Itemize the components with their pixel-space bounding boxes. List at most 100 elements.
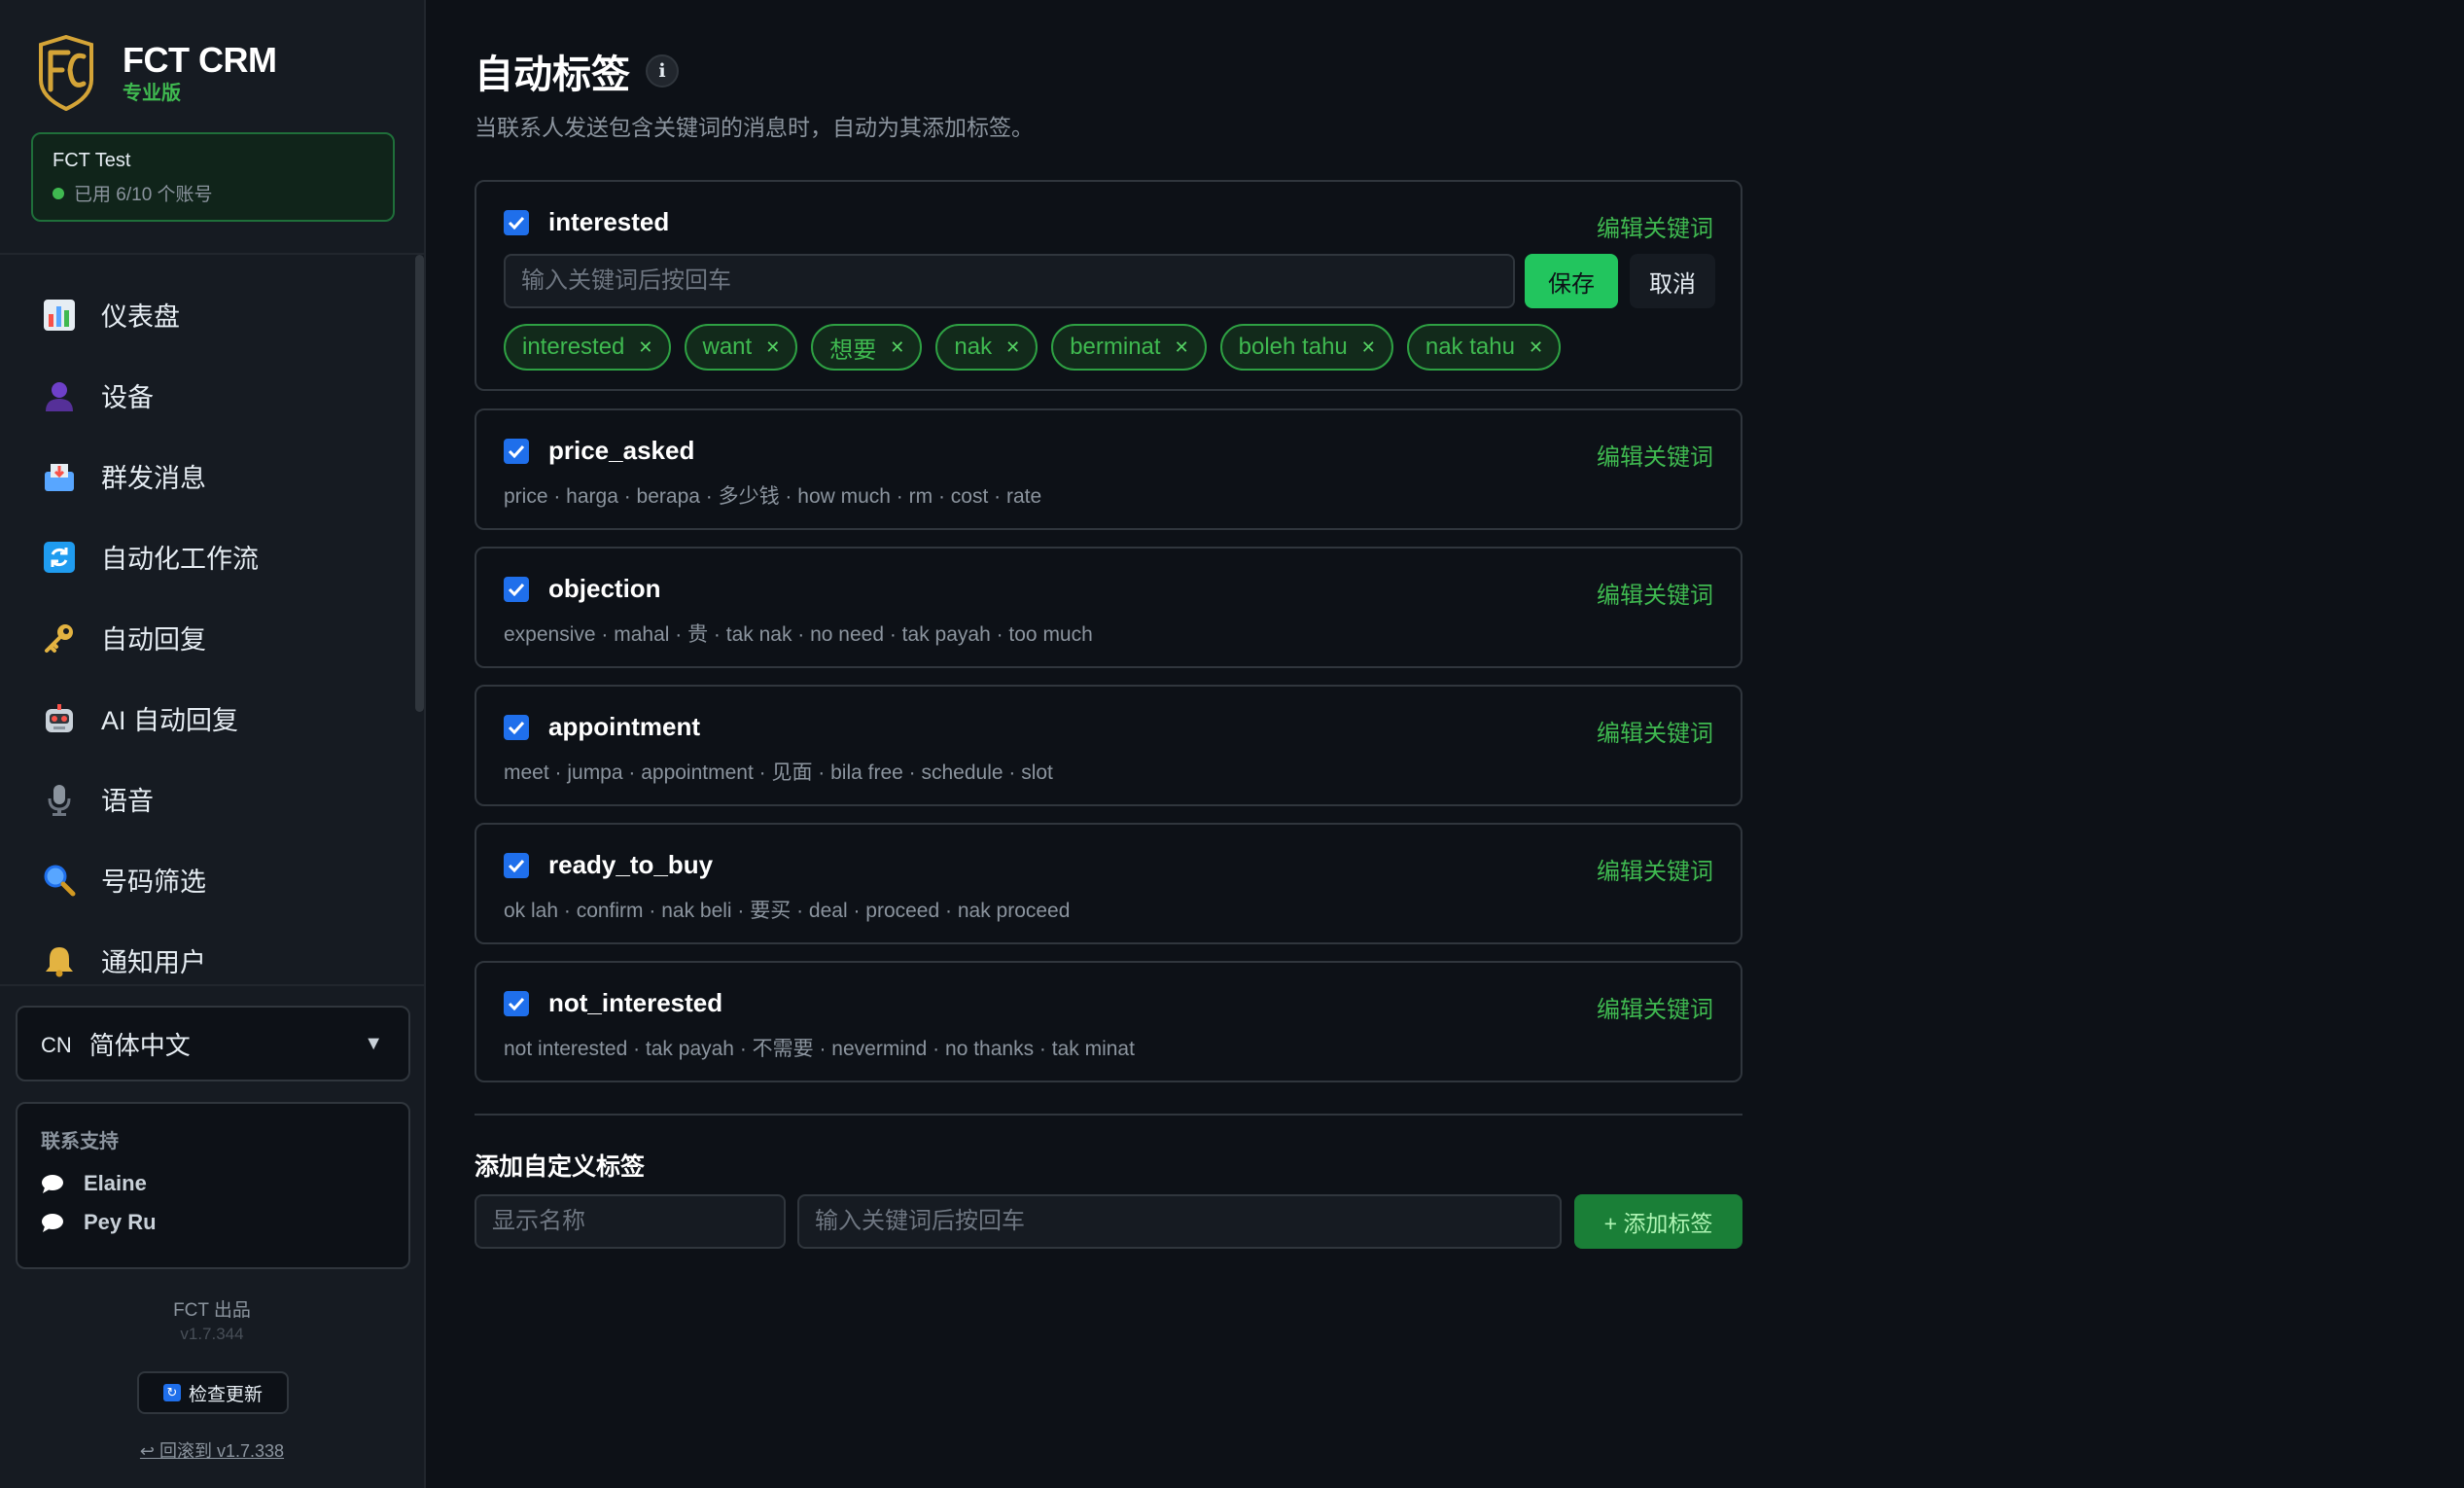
- remove-keyword-icon[interactable]: ✕: [765, 337, 780, 358]
- sidebar-item-voice[interactable]: 语音: [0, 759, 424, 839]
- refresh-icon: [41, 539, 78, 576]
- tag-keywords: ok lah · confirm · nak beli · 要买 · deal …: [504, 900, 1071, 922]
- magnifier-icon: [41, 862, 78, 899]
- keyword-chip-label: nak tahu: [1425, 334, 1515, 360]
- keyword-chip-label: boleh tahu: [1238, 334, 1348, 360]
- tag-keywords: not interested · tak payah · 不需要 · never…: [504, 1038, 1135, 1060]
- language-label: 简体中文: [88, 1030, 191, 1060]
- microphone-icon: [41, 781, 78, 818]
- tag-keywords: expensive · mahal · 贵 · tak nak · no nee…: [504, 623, 1093, 646]
- keyword-chip-label: 想要: [829, 337, 877, 364]
- brand: FCT CRM 专业版: [39, 35, 277, 111]
- robot-icon: [41, 700, 78, 737]
- keyword-chip: boleh tahu ✕: [1219, 324, 1393, 371]
- sidebar-item-label: 号码筛选: [101, 868, 206, 897]
- tag-card-ready-to-buy: ready_to_buy 编辑关键词 ok lah · confirm · na…: [475, 823, 1742, 944]
- sidebar-item-number-filter[interactable]: 号码筛选: [0, 839, 424, 920]
- tag-enabled-checkbox[interactable]: [504, 852, 529, 878]
- checkmark-icon: [508, 583, 525, 596]
- tag-card-price-asked: price_asked 编辑关键词 price · harga · berapa…: [475, 408, 1742, 530]
- page-title-row: 自动标签 i: [475, 43, 679, 99]
- new-keyword-input[interactable]: [797, 1194, 1562, 1249]
- tag-name: interested: [548, 207, 670, 236]
- account-usage: 已用 6/10 个账号: [74, 185, 213, 205]
- checkmark-icon: [508, 997, 525, 1010]
- tag-enabled-checkbox[interactable]: [504, 990, 529, 1016]
- inbox-icon: [41, 458, 78, 495]
- tag-enabled-checkbox[interactable]: [504, 438, 529, 464]
- tag-name: ready_to_buy: [548, 850, 714, 879]
- tag-name: appointment: [548, 712, 700, 741]
- tag-enabled-checkbox[interactable]: [504, 209, 529, 235]
- edit-keywords-link[interactable]: 编辑关键词: [1597, 852, 1713, 886]
- sidebar: FCT CRM 专业版 FCT Test 已用 6/10 个账号 仪表盘 设备: [0, 0, 426, 1488]
- remove-keyword-icon[interactable]: ✕: [1529, 337, 1543, 358]
- sidebar-item-label: 设备: [101, 383, 154, 412]
- keyword-chip-label: want: [702, 334, 753, 360]
- sidebar-item-dashboard[interactable]: 仪表盘: [0, 274, 424, 355]
- cancel-button[interactable]: 取消: [1630, 254, 1715, 308]
- tag-card-header: objection: [504, 574, 661, 604]
- app-version: v1.7.344: [180, 1325, 244, 1343]
- tag-card-interested: interested 编辑关键词 保存 取消 interested ✕ want ✕…: [475, 180, 1742, 391]
- keyword-chip: nak ✕: [935, 324, 1038, 371]
- tag-enabled-checkbox[interactable]: [504, 714, 529, 740]
- check-update-label: 检查更新: [188, 1384, 263, 1405]
- page-title: 自动标签: [475, 53, 630, 96]
- language-code: CN: [41, 1033, 72, 1057]
- remove-keyword-icon[interactable]: ✕: [890, 337, 904, 358]
- divider: [475, 1114, 1742, 1116]
- save-button[interactable]: 保存: [1525, 254, 1618, 308]
- rollback-link[interactable]: ↩ 回滚到 v1.7.338: [0, 1437, 424, 1463]
- sidebar-item-auto-reply[interactable]: 自动回复: [0, 597, 424, 678]
- language-select[interactable]: CN 简体中文 ▼: [16, 1006, 410, 1081]
- tag-enabled-checkbox[interactable]: [504, 576, 529, 602]
- remove-keyword-icon[interactable]: ✕: [638, 337, 652, 358]
- account-card[interactable]: FCT Test 已用 6/10 个账号: [31, 132, 395, 222]
- fct-logo-icon: [39, 35, 93, 111]
- sidebar-item-devices[interactable]: 设备: [0, 355, 424, 436]
- sidebar-scrollbar[interactable]: [415, 255, 424, 712]
- add-custom-tag-title: 添加自定义标签: [475, 1153, 646, 1181]
- remove-keyword-icon[interactable]: ✕: [1361, 337, 1376, 358]
- divider: [0, 984, 424, 986]
- sidebar-item-label: 自动化工作流: [101, 545, 259, 574]
- keyword-chips: interested ✕ want ✕ 想要 ✕ nak ✕ berminat ✕ bol…: [504, 324, 1574, 371]
- tag-card-header: not_interested: [504, 988, 722, 1018]
- sidebar-item-broadcast[interactable]: 群发消息: [0, 436, 424, 516]
- checkmark-icon: [508, 721, 525, 734]
- add-tag-button[interactable]: + 添加标签: [1574, 1194, 1742, 1249]
- display-name-input[interactable]: [475, 1194, 786, 1249]
- support-title: 联系支持: [41, 1131, 119, 1152]
- checkmark-icon: [508, 216, 525, 230]
- support-contact-pey-ru[interactable]: Pey Ru: [41, 1210, 385, 1235]
- edit-keywords-link[interactable]: 编辑关键词: [1597, 714, 1713, 748]
- keyword-chip: nak tahu ✕: [1406, 324, 1562, 371]
- keyword-chip-label: berminat: [1070, 334, 1161, 360]
- edit-keywords-link[interactable]: 编辑关键词: [1597, 990, 1713, 1024]
- check-update-button[interactable]: ↻ 检查更新: [137, 1371, 289, 1414]
- sidebar-item-workflow[interactable]: 自动化工作流: [0, 516, 424, 597]
- support-contact-name: Elaine: [84, 1171, 147, 1195]
- sidebar-item-label: 通知用户: [101, 948, 206, 977]
- edit-keywords-link[interactable]: 编辑关键词: [1597, 576, 1713, 610]
- support-panel: 联系支持 Elaine Pey Ru: [16, 1102, 410, 1269]
- info-icon[interactable]: i: [646, 54, 679, 88]
- checkmark-icon: [508, 859, 525, 872]
- sidebar-item-ai-auto-reply[interactable]: AI 自动回复: [0, 678, 424, 759]
- checkmark-icon: [508, 444, 525, 458]
- remove-keyword-icon[interactable]: ✕: [1005, 337, 1020, 358]
- sidebar-item-label: 群发消息: [101, 464, 206, 493]
- keyword-chip: interested ✕: [504, 324, 671, 371]
- keyword-input[interactable]: [504, 254, 1515, 308]
- remove-keyword-icon[interactable]: ✕: [1175, 337, 1189, 358]
- edit-keywords-link[interactable]: 编辑关键词: [1597, 209, 1713, 243]
- sidebar-nav: 仪表盘 设备 群发消息 自动化工作流 自动回复 AI 自动回复 语音 号码筛选 …: [0, 274, 424, 978]
- sidebar-item-notify-users[interactable]: 通知用户: [0, 920, 424, 978]
- caret-down-icon: ▼: [364, 1032, 383, 1054]
- footer-credit: FCT 出品: [173, 1300, 251, 1321]
- support-contact-elaine[interactable]: Elaine: [41, 1171, 385, 1196]
- support-contact-name: Pey Ru: [84, 1210, 157, 1234]
- edit-keywords-link[interactable]: 编辑关键词: [1597, 438, 1713, 472]
- sidebar-item-label: AI 自动回复: [101, 706, 239, 735]
